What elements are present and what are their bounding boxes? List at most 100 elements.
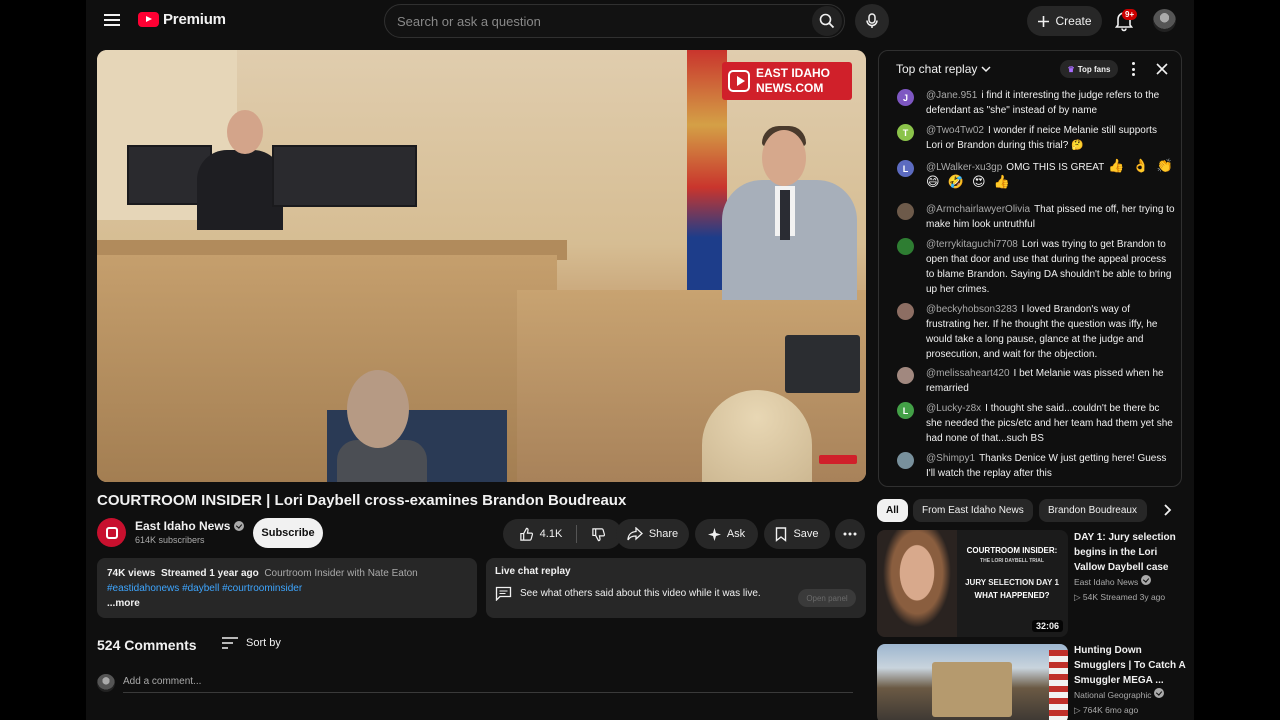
video-duration: 32:06: [1031, 620, 1063, 632]
thumbnail-portrait: [877, 530, 957, 637]
channel-name[interactable]: East Idaho News: [135, 519, 245, 533]
chat-author-name[interactable]: @ArmchairlawyerOlivia: [926, 204, 1030, 215]
chat-author-name[interactable]: @melissaheart420: [926, 368, 1010, 379]
sparkle-icon: [707, 527, 721, 541]
chat-author-name[interactable]: @Lucky-z8x: [926, 403, 981, 414]
chat-author-name[interactable]: @Two4Tw02: [926, 125, 984, 136]
hashtag-link[interactable]: #daybell: [182, 583, 219, 594]
open-panel-button[interactable]: Open panel: [798, 589, 856, 607]
logo-text: Premium: [163, 11, 226, 28]
subscribe-watermark-icon[interactable]: [819, 455, 857, 464]
chat-author-name[interactable]: @Shimpy1: [926, 453, 975, 464]
youtube-premium-logo[interactable]: Premium: [138, 11, 226, 28]
series-name[interactable]: Courtroom Insider with Nate Eaton: [264, 568, 417, 579]
like-button[interactable]: 4.1K: [519, 527, 563, 542]
chat-author-name[interactable]: @beckyhobson3283: [926, 304, 1017, 315]
close-icon[interactable]: [1154, 61, 1170, 77]
chat-author-avatar[interactable]: J: [897, 89, 914, 106]
chat-more-options-icon[interactable]: [1130, 61, 1136, 77]
video-player[interactable]: EAST IDAHO NEWS.COM: [97, 50, 866, 482]
search-input[interactable]: Search or ask a question: [384, 4, 845, 38]
bookmark-icon: [776, 526, 787, 542]
chat-message: @Shimpy1 Thanks Denice W just getting her…: [926, 451, 1176, 481]
thumbnail-line-1: COURTROOM INSIDER:: [966, 546, 1058, 555]
search-icon: [819, 13, 835, 29]
recommended-channel[interactable]: National Geographic: [1074, 688, 1189, 702]
chevron-right-icon[interactable]: [1158, 501, 1176, 519]
ask-button[interactable]: Ask: [695, 519, 758, 549]
chat-message-text: OMG THIS IS GREAT: [1006, 162, 1105, 173]
chat-author-avatar[interactable]: T: [897, 124, 914, 141]
chat-message: @melissaheart420 I bet Melanie was pissed…: [926, 366, 1176, 396]
subscribe-button[interactable]: Subscribe: [253, 518, 323, 548]
stream-date: Streamed 1 year ago: [160, 568, 259, 579]
video-description[interactable]: 74K views Streamed 1 year ago Courtroom …: [97, 558, 477, 618]
chat-message: @beckyhobson3283 I loved Brandon's way of…: [926, 302, 1176, 362]
chat-author-avatar[interactable]: L: [897, 402, 914, 419]
recommended-title[interactable]: DAY 1: Jury selection begins in the Lori…: [1074, 530, 1189, 575]
recommended-thumbnail[interactable]: [877, 644, 1068, 720]
chat-author-avatar[interactable]: [897, 238, 914, 255]
chat-bubble-icon: [495, 586, 512, 601]
share-button[interactable]: Share: [616, 519, 689, 549]
ask-label: Ask: [726, 528, 746, 540]
chat-author-avatar[interactable]: [897, 303, 914, 320]
hashtag-link[interactable]: #courtroominsider: [222, 583, 302, 594]
channel-avatar[interactable]: [97, 518, 126, 547]
like-count: 4.1K: [539, 528, 563, 540]
chat-author-name[interactable]: @Jane.951: [926, 90, 977, 101]
recommended-meta-text: 764K 6mo ago: [1082, 705, 1139, 715]
chat-title: Top chat replay: [896, 62, 978, 76]
hashtag-link[interactable]: #eastidahonews: [107, 583, 179, 594]
chip-all[interactable]: All: [877, 499, 908, 522]
watermark-line-1: EAST IDAHO: [756, 66, 831, 80]
chat-message: @Lucky-z8x I thought she said...couldn't …: [926, 401, 1176, 446]
verified-icon: [1140, 575, 1151, 585]
east-idaho-news-watermark: EAST IDAHO NEWS.COM: [722, 62, 852, 100]
channel-logo-icon: [105, 526, 118, 539]
recommended-channel[interactable]: East Idaho News: [1074, 575, 1189, 589]
search-button[interactable]: [812, 6, 842, 36]
comments-count: 524 Comments: [97, 637, 197, 653]
thumbs-up-icon: [519, 527, 533, 541]
recommended-title[interactable]: Hunting Down Smugglers | To Catch A Smug…: [1074, 643, 1189, 688]
top-fans-button[interactable]: ♛ Top fans: [1060, 60, 1118, 78]
thumbnail-line-2: THE LORI DAYBELL TRIAL: [980, 558, 1044, 564]
recommended-meta: ▷ 764K 6mo ago: [1074, 703, 1189, 717]
more-actions-button[interactable]: [835, 519, 865, 549]
chat-message: @LWalker-xu3gp OMG THIS IS GREAT 👍 👌 👏 😄 🤣…: [926, 159, 1176, 191]
show-more-link[interactable]: ...more: [107, 596, 467, 611]
plus-icon: [1038, 15, 1050, 27]
chat-author-avatar[interactable]: [897, 452, 914, 469]
chat-author-name[interactable]: @terrykitaguchi7708: [926, 239, 1018, 250]
voice-search-button[interactable]: [855, 4, 889, 38]
youtube-watch-page: Premium Search or ask a question Create …: [86, 0, 1194, 720]
menu-icon[interactable]: [104, 12, 120, 28]
chat-author-avatar[interactable]: L: [897, 160, 914, 177]
chat-author-avatar[interactable]: [897, 367, 914, 384]
video-frame: [97, 50, 866, 482]
chat-author-avatar[interactable]: [897, 203, 914, 220]
watermark-line-2: NEWS.COM: [756, 81, 824, 95]
sort-comments-button[interactable]: Sort by: [222, 637, 281, 649]
channel-name-text: East Idaho News: [135, 519, 231, 533]
search-placeholder: Search or ask a question: [397, 13, 541, 29]
save-label: Save: [793, 528, 819, 540]
thumbnail-flag: [1049, 650, 1068, 720]
thumbs-down-icon[interactable]: [591, 527, 606, 542]
recommended-thumbnail[interactable]: COURTROOM INSIDER: THE LORI DAYBELL TRIA…: [877, 530, 1068, 637]
live-chat-card-text: See what others said about this video wh…: [520, 588, 761, 599]
account-avatar[interactable]: [1153, 9, 1176, 32]
live-chat-panel: Top chat replay ♛ Top fans J @Jane.951 i f…: [878, 50, 1182, 487]
like-dislike-group: 4.1K: [503, 519, 622, 549]
chat-author-name[interactable]: @LWalker-xu3gp: [926, 162, 1002, 173]
add-comment-input[interactable]: Add a comment...: [123, 676, 201, 687]
chip-related-topic[interactable]: Brandon Boudreaux: [1039, 499, 1147, 522]
chat-mode-dropdown[interactable]: Top chat replay: [896, 62, 991, 76]
microphone-icon: [866, 13, 878, 28]
chip-from-channel[interactable]: From East Idaho News: [913, 499, 1033, 522]
east-idaho-news-logo-icon: [728, 70, 750, 92]
save-button[interactable]: Save: [764, 519, 830, 549]
recommended-meta: ▷ 54K Streamed 3y ago: [1074, 590, 1189, 604]
create-button[interactable]: Create: [1027, 6, 1102, 36]
